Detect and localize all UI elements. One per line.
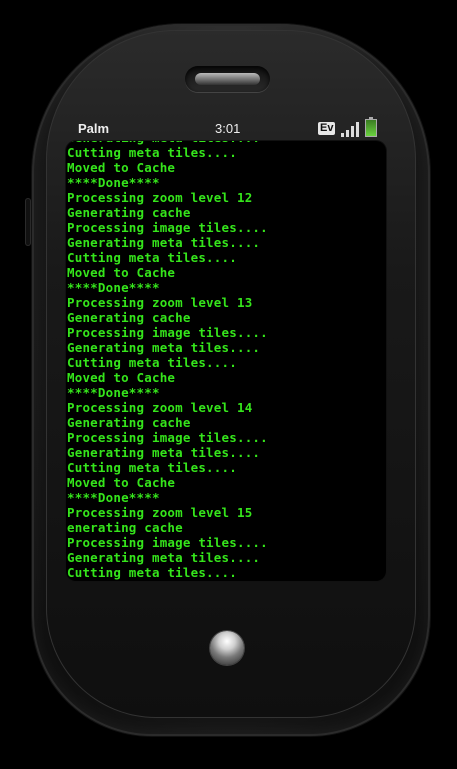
terminal-line: Processing image tiles.... <box>67 535 268 550</box>
earpiece-speaker-icon <box>185 66 270 92</box>
terminal-line: Processing zoom level 13 <box>67 295 253 310</box>
terminal-line: Moved to Cache <box>67 160 176 175</box>
terminal-line: Cutting meta tiles.... <box>67 460 237 475</box>
terminal-line: Processing zoom level 12 <box>67 190 253 205</box>
terminal-line: Cutting meta tiles.... <box>67 565 237 580</box>
side-key <box>25 198 31 246</box>
terminal-line: Generating meta tiles.... <box>67 550 261 565</box>
signal-strength-icon <box>341 121 361 137</box>
terminal-line: Generating meta tiles.... <box>67 340 261 355</box>
network-badge: Ev <box>318 122 336 135</box>
terminal-line: Moved to Cache <box>67 265 176 280</box>
terminal-line: Generating cache <box>67 415 191 430</box>
terminal-line: Generating cache <box>67 205 191 220</box>
terminal-screen[interactable]: Generating meta tiles....Cutting meta ti… <box>66 141 386 581</box>
terminal-line: Generating meta tiles.... <box>67 445 261 460</box>
carrier-label: Palm <box>78 121 110 136</box>
terminal-line: Cutting meta tiles.... <box>67 250 237 265</box>
terminal-line: ****Done**** <box>67 490 160 505</box>
terminal-line: Moved to Cache <box>67 370 176 385</box>
terminal-line: Processing image tiles.... <box>67 325 268 340</box>
terminal-line: Processing image tiles.... <box>67 430 268 445</box>
battery-icon <box>365 117 377 137</box>
terminal-output: Generating meta tiles....Cutting meta ti… <box>67 141 386 580</box>
status-bar: Palm 3:01 Ev <box>66 117 388 140</box>
terminal-line: Generating meta tiles.... <box>67 235 261 250</box>
terminal-line: ****Done**** <box>67 175 160 190</box>
terminal-line: enerating cache <box>67 520 183 535</box>
terminal-line: Moved to Cache <box>67 475 176 490</box>
clock: 3:01 <box>215 121 241 136</box>
terminal-line: ****Done**** <box>67 280 160 295</box>
home-button[interactable] <box>210 631 244 665</box>
terminal-line: Cutting meta tiles.... <box>67 355 237 370</box>
terminal-line: Cutting meta tiles.... <box>67 145 237 160</box>
terminal-line: ****Done**** <box>67 385 160 400</box>
terminal-line: Processing zoom level 14 <box>67 400 253 415</box>
terminal-line: Processing zoom level 15 <box>67 505 253 520</box>
terminal-line: Processing image tiles.... <box>67 220 268 235</box>
terminal-line: Generating cache <box>67 310 191 325</box>
